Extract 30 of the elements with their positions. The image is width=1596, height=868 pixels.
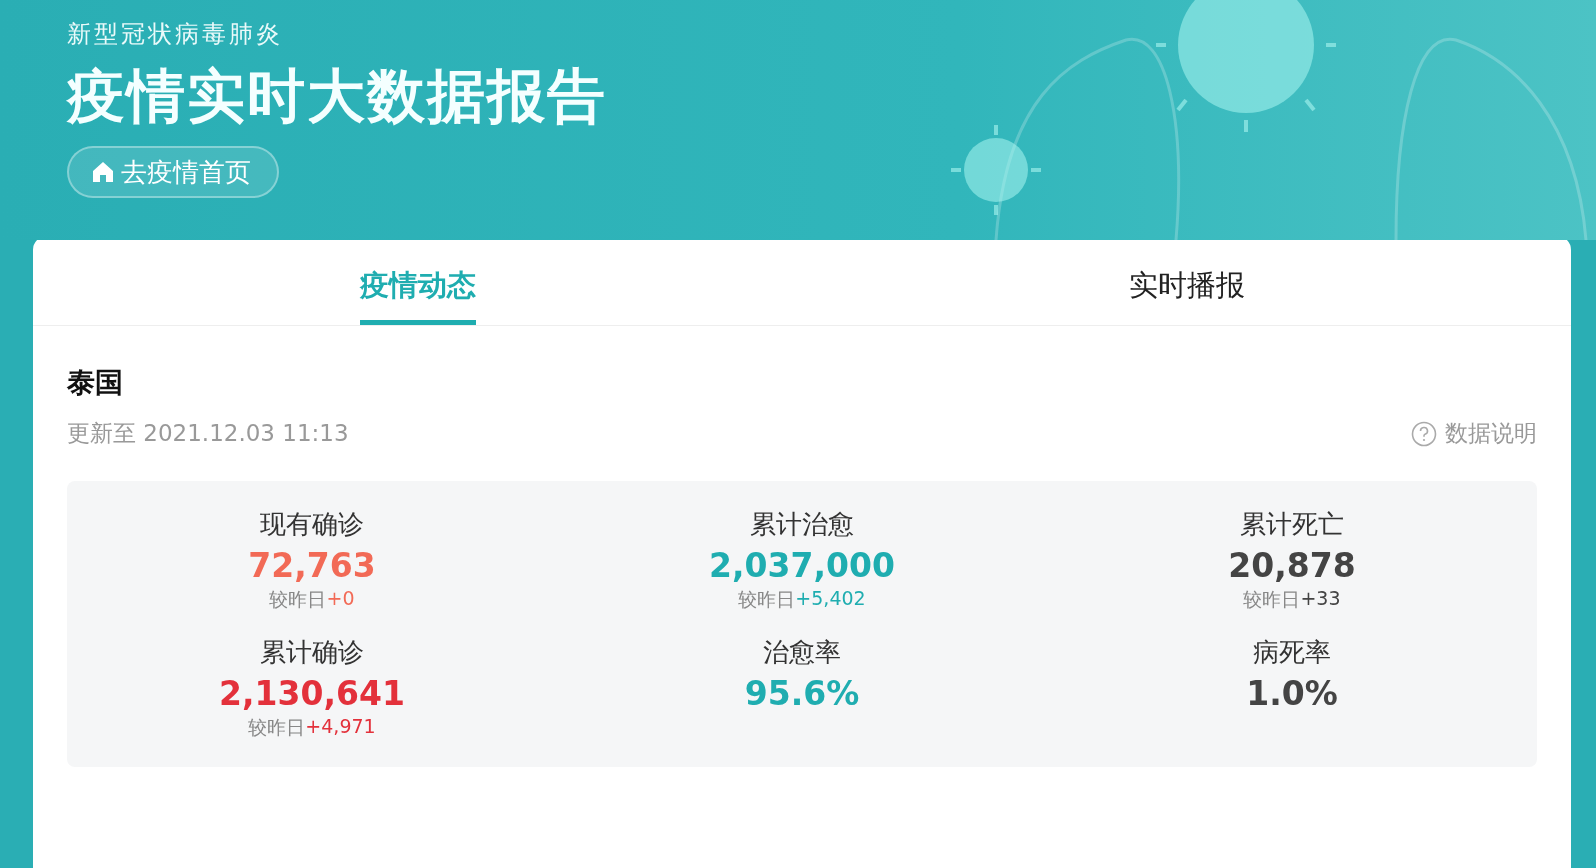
stat-label: 累计治愈 xyxy=(750,508,854,541)
compare-label: 较昨日 xyxy=(738,587,796,612)
region-name: 泰国 xyxy=(67,365,124,401)
stat-value: 95.6% xyxy=(744,674,860,713)
home-button[interactable]: 去疫情首页 xyxy=(67,146,279,198)
stat-value: 1.0% xyxy=(1246,674,1338,713)
stat-label: 病死率 xyxy=(1253,636,1331,669)
tab[interactable]: 实时播报 xyxy=(1128,236,1245,325)
stat-delta: +0 xyxy=(326,587,355,611)
stat-label: 现有确诊 xyxy=(260,508,364,541)
tab[interactable]: 疫情动态 xyxy=(359,236,476,325)
update-time: 更新至 2021.12.03 11:13 xyxy=(67,419,349,448)
stat-value: 72,763 xyxy=(248,546,376,585)
data-note-link[interactable]: 数据说明 xyxy=(1411,418,1537,449)
help-icon xyxy=(1411,420,1437,447)
compare-label: 较昨日 xyxy=(269,587,327,612)
page-title: 疫情实时大数据报告 xyxy=(67,61,607,132)
compare-label: 较昨日 xyxy=(248,715,306,740)
stat-value: 2,130,641 xyxy=(219,674,405,713)
stat-value: 2,037,000 xyxy=(709,546,895,585)
stat-label: 累计死亡 xyxy=(1240,508,1344,541)
stat-value: 20,878 xyxy=(1228,546,1356,585)
stat-delta: +33 xyxy=(1300,587,1341,611)
stat-label: 累计确诊 xyxy=(260,636,364,669)
stat-label: 治愈率 xyxy=(763,636,841,669)
stat-delta: +5,402 xyxy=(795,587,866,611)
stat-delta: +4,971 xyxy=(305,715,376,739)
home-icon xyxy=(91,160,115,184)
compare-label: 较昨日 xyxy=(1243,587,1301,612)
page-subtitle: 新型冠状病毒肺炎 xyxy=(67,19,283,50)
